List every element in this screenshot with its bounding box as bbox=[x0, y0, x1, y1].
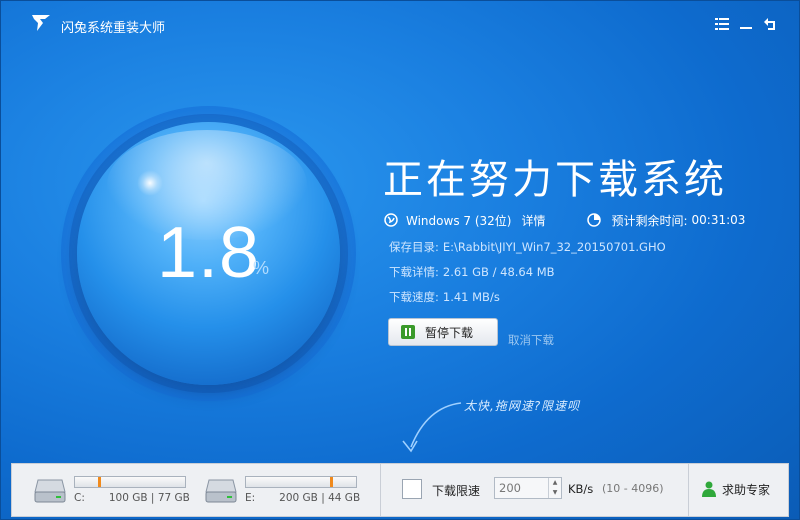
details-link[interactable]: 详情 bbox=[521, 212, 545, 229]
speed-limit-value: 200 bbox=[499, 481, 521, 495]
download-speed-row: 下载速度: 1.41 MB/s bbox=[389, 289, 500, 305]
drive-c-usage-bar bbox=[74, 476, 186, 488]
drive-c-total: 100 GB bbox=[108, 492, 148, 504]
pause-download-button[interactable]: 暂停下载 bbox=[388, 318, 498, 346]
expert-person-icon bbox=[702, 481, 716, 497]
drive-e-info: E: 200 GB | 44 GB bbox=[245, 492, 361, 504]
drive-c-usage-marker bbox=[98, 477, 102, 487]
download-detail-row: 下载详情: 2.61 GB / 48.64 MB bbox=[389, 264, 555, 280]
progress-sphere: 1.8 % bbox=[77, 122, 340, 385]
download-detail-value: 2.61 GB / 48.64 MB bbox=[442, 265, 555, 279]
speed-limit-hint: 太快,拖网速?限速呗 bbox=[464, 399, 581, 413]
save-dir-value: E:\Rabbit\JIYI_Win7_32_20150701.GHO bbox=[442, 240, 666, 254]
hard-drive-icon bbox=[34, 479, 66, 503]
drive-e-letter: E: bbox=[245, 492, 256, 504]
eta-label: 预计剩余时间: bbox=[611, 213, 688, 228]
back-button[interactable] bbox=[761, 15, 779, 33]
speed-limit-spinner[interactable]: ▲ ▼ bbox=[548, 478, 561, 498]
speed-limit-unit: KB/s bbox=[568, 482, 594, 496]
speed-limit-input[interactable]: 200 ▲ ▼ bbox=[494, 477, 562, 499]
app-window: 闪兔系统重装大师 1.8 % 正在努力下载系统 Windows 7 (32位) … bbox=[0, 0, 800, 520]
rabbit-logo-icon bbox=[32, 15, 50, 31]
progress-percent: 1.8 bbox=[156, 213, 261, 293]
os-version: Windows 7 (32位) bbox=[406, 213, 512, 228]
minimize-button[interactable] bbox=[737, 15, 755, 33]
menu-button[interactable] bbox=[713, 15, 731, 33]
curved-arrow-icon bbox=[402, 402, 462, 453]
app-title: 闪兔系统重装大师 bbox=[61, 21, 166, 36]
divider bbox=[688, 464, 689, 516]
title-bar: 闪兔系统重装大师 bbox=[1, 1, 799, 41]
drive-c-info: C: 100 GB | 77 GB bbox=[74, 492, 190, 504]
globe-icon bbox=[384, 213, 398, 227]
speed-limit-label: 下载限速 bbox=[432, 484, 481, 498]
bottom-bar: C: 100 GB | 77 GB E: 200 GB | 44 GB 下载限速 2… bbox=[11, 463, 789, 517]
download-speed-label: 下载速度: bbox=[389, 290, 439, 304]
pause-icon bbox=[401, 325, 415, 339]
minimize-icon bbox=[740, 27, 752, 29]
percent-sign: % bbox=[253, 258, 270, 278]
return-icon bbox=[763, 17, 775, 30]
os-info-row: Windows 7 (32位) 详情 预计剩余时间: 00:31:03 bbox=[384, 211, 745, 229]
list-menu-icon bbox=[715, 18, 729, 30]
drive-e-usage-marker bbox=[329, 477, 333, 487]
eta-value: 00:31:03 bbox=[691, 213, 746, 227]
cancel-download-link[interactable]: 取消下载 bbox=[508, 332, 554, 348]
download-detail-label: 下载详情: bbox=[389, 265, 439, 279]
speed-limit-range: (10 - 4096) bbox=[602, 482, 664, 495]
divider bbox=[380, 464, 381, 516]
ask-expert-label: 求助专家 bbox=[722, 482, 771, 497]
ask-expert-button[interactable]: 求助专家 bbox=[702, 477, 770, 501]
download-speed-value: 1.41 MB/s bbox=[442, 290, 500, 304]
hard-drive-icon bbox=[205, 479, 237, 503]
drive-e-total: 200 GB bbox=[279, 492, 318, 504]
drive-c-free: 77 GB bbox=[157, 492, 190, 504]
drive-e-free: 44 GB bbox=[328, 492, 361, 504]
pause-download-label: 暂停下载 bbox=[425, 325, 474, 340]
sphere-highlight bbox=[137, 170, 163, 196]
save-dir-label: 保存目录: bbox=[389, 240, 439, 254]
status-headline: 正在努力下载系统 bbox=[383, 157, 727, 203]
drive-e-usage-bar bbox=[245, 476, 357, 488]
speed-limit-checkbox[interactable] bbox=[402, 479, 422, 499]
drive-c-letter: C: bbox=[74, 492, 85, 504]
save-dir-row: 保存目录: E:\Rabbit\JIYI_Win7_32_20150701.GHO bbox=[389, 239, 666, 255]
clock-pie-icon bbox=[587, 213, 602, 227]
